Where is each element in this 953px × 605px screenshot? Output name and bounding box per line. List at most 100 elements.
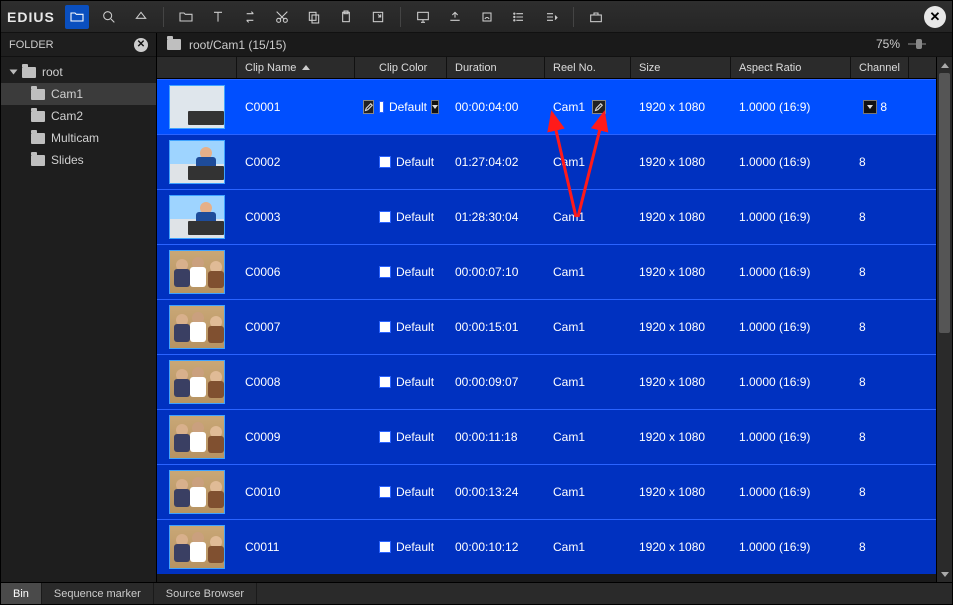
monitor-icon[interactable] [411,5,435,29]
table-row[interactable]: C0010Default00:00:13:24Cam11920 x 10801.… [157,464,936,519]
col-size[interactable]: Size [631,57,731,78]
toolbox-icon[interactable] [584,5,608,29]
close-folder-panel-icon[interactable]: ✕ [134,38,148,52]
table-row[interactable]: C0011Default00:00:10:12Cam11920 x 10801.… [157,519,936,574]
col-channel[interactable]: Channel [851,57,909,78]
tree-item-multicam[interactable]: Multicam [1,127,156,149]
cell-duration: 00:00:15:01 [447,320,545,334]
col-reel-no[interactable]: Reel No. [545,57,631,78]
up-level-icon[interactable] [129,5,153,29]
close-panel-icon[interactable]: ✕ [924,6,946,28]
cell-clip-name: C0011 [237,540,355,554]
zoom-control[interactable]: 75% [876,37,926,51]
cell-channel: 8 [851,265,909,279]
cell-thumbnail[interactable] [157,360,237,404]
cell-clip-color[interactable]: Default [371,155,447,169]
cell-aspect-ratio: 1.0000 (16:9) [731,265,851,279]
clip-thumbnail[interactable] [169,305,225,349]
table-row[interactable]: C0006Default00:00:07:10Cam11920 x 10801.… [157,244,936,299]
clip-thumbnail[interactable] [169,140,225,184]
cell-clip-color[interactable]: Default [371,210,447,224]
color-dropdown-icon[interactable] [431,100,439,114]
cell-clip-color[interactable]: Default [371,320,447,334]
table-row[interactable]: C0009Default00:00:11:18Cam11920 x 10801.… [157,409,936,464]
zoom-slider[interactable] [908,39,926,49]
bottom-tab-bin[interactable]: Bin [1,583,42,604]
color-swatch[interactable] [379,156,391,168]
aspect-value: 1.0000 (16:9) [739,430,810,444]
col-thumbnail[interactable] [157,57,237,78]
color-swatch[interactable] [379,321,391,333]
color-swatch[interactable] [379,266,391,278]
bottom-tab-sequence-marker[interactable]: Sequence marker [42,583,154,604]
channel-dropdown-icon[interactable] [863,100,877,114]
color-swatch[interactable] [379,211,391,223]
clip-color-value: Default [396,265,434,279]
toolbar-separator [163,7,164,27]
insert-track-icon[interactable] [443,5,467,29]
cell-thumbnail[interactable] [157,250,237,294]
clip-thumbnail[interactable] [169,85,225,129]
cell-thumbnail[interactable] [157,305,237,349]
search-icon[interactable] [97,5,121,29]
scrollbar-thumb[interactable] [939,73,950,333]
tree-item-slides[interactable]: Slides [1,149,156,171]
cell-clip-color[interactable]: Default [371,485,447,499]
cell-thumbnail[interactable] [157,525,237,569]
folder-tree: root Cam1Cam2MulticamSlides [1,57,156,175]
channel-value: 8 [859,320,866,334]
clip-thumbnail[interactable] [169,195,225,239]
cell-clip-color[interactable]: Default [371,540,447,554]
cut-icon[interactable] [270,5,294,29]
col-aspect-ratio[interactable]: Aspect Ratio [731,57,851,78]
clip-thumbnail[interactable] [169,525,225,569]
table-row[interactable]: C0007Default00:00:15:01Cam11920 x 10801.… [157,299,936,354]
cell-thumbnail[interactable] [157,415,237,459]
clip-thumbnail[interactable] [169,470,225,514]
folder-icon[interactable] [174,5,198,29]
transfer-icon[interactable] [238,5,262,29]
list-dropdown-icon[interactable] [539,5,563,29]
color-swatch[interactable] [379,486,391,498]
col-duration[interactable]: Duration [447,57,545,78]
cell-thumbnail[interactable] [157,140,237,184]
table-row[interactable]: C0003Default01:28:30:04Cam11920 x 10801.… [157,189,936,244]
cell-clip-color[interactable]: Default [371,265,447,279]
col-clip-name[interactable]: Clip Name [237,57,355,78]
cell-clip-color[interactable]: Default [371,375,447,389]
tree-item-cam2[interactable]: Cam2 [1,105,156,127]
export-icon[interactable] [366,5,390,29]
color-swatch[interactable] [379,541,391,553]
stabilize-icon[interactable] [475,5,499,29]
expand-icon[interactable] [10,70,18,75]
clip-thumbnail[interactable] [169,360,225,404]
scroll-up-icon[interactable] [937,57,952,73]
vertical-scrollbar[interactable] [936,57,952,582]
table-row[interactable]: C0002Default01:27:04:02Cam11920 x 10801.… [157,134,936,189]
paste-icon[interactable] [334,5,358,29]
list-icon[interactable] [507,5,531,29]
edit-icon[interactable] [592,100,606,114]
bottom-tab-source-browser[interactable]: Source Browser [154,583,257,604]
color-swatch[interactable] [379,431,391,443]
folder-open-icon[interactable] [65,5,89,29]
table-row[interactable]: C0008Default00:00:09:07Cam11920 x 10801.… [157,354,936,409]
copy-icon[interactable] [302,5,326,29]
cell-clip-color[interactable]: Default [371,430,447,444]
color-swatch[interactable] [379,376,391,388]
tree-item-cam1[interactable]: Cam1 [1,83,156,105]
cell-clip-color[interactable]: Default [371,100,447,114]
scroll-down-icon[interactable] [937,566,952,582]
cell-thumbnail[interactable] [157,85,237,129]
reel-value: Cam1 [553,210,585,224]
cell-thumbnail[interactable] [157,470,237,514]
tree-root[interactable]: root [1,61,156,83]
cell-thumbnail[interactable] [157,195,237,239]
col-clip-color[interactable]: Clip Color [371,57,447,78]
color-swatch[interactable] [379,101,384,113]
clip-thumbnail[interactable] [169,250,225,294]
folder-icon [22,67,36,78]
text-tool-icon[interactable] [206,5,230,29]
table-row[interactable]: C0001Default00:00:04:00Cam1 1920 x 10801… [157,79,936,134]
clip-thumbnail[interactable] [169,415,225,459]
